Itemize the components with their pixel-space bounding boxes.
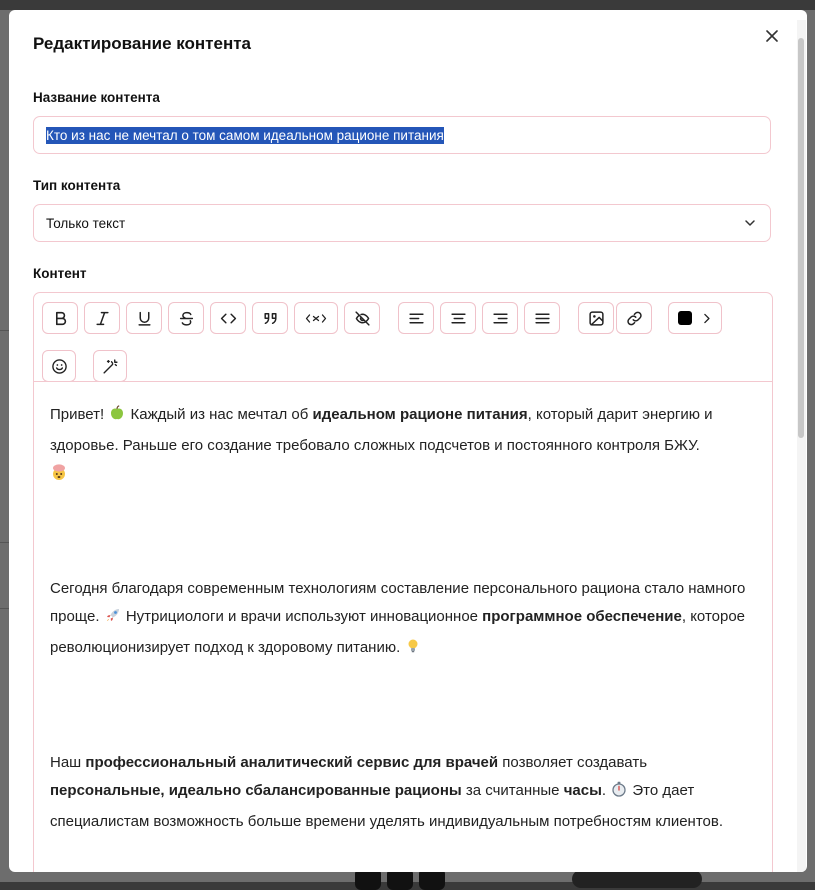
align-left-icon xyxy=(408,313,424,323)
insert-image-button[interactable] xyxy=(578,302,614,334)
content-type-value: Только текст xyxy=(46,215,126,231)
content-label: Контент xyxy=(33,266,87,281)
stopwatch-icon xyxy=(610,780,628,808)
link-icon xyxy=(626,311,642,325)
strikethrough-icon xyxy=(179,311,193,326)
align-justify-icon xyxy=(534,313,550,323)
text: за считанные xyxy=(461,782,564,799)
eye-off-icon xyxy=(354,310,370,326)
code-icon xyxy=(220,313,236,323)
underline-icon xyxy=(137,311,151,326)
rich-text-editor: Привет! Каждый из нас мечтал об идеально… xyxy=(33,292,773,872)
bold-text: персональные, идеально сбалансированные … xyxy=(50,782,462,799)
scrollbar-thumb[interactable] xyxy=(798,38,804,438)
emoji-icon xyxy=(51,358,67,374)
content-name-label: Название контента xyxy=(33,90,160,105)
toolbar-divider xyxy=(34,381,772,382)
magic-wand-icon xyxy=(102,358,118,374)
align-justify-button[interactable] xyxy=(524,302,560,334)
text-color-button[interactable] xyxy=(668,302,722,334)
bold-icon xyxy=(55,311,66,325)
align-right-icon xyxy=(492,313,508,323)
code-block-button[interactable] xyxy=(294,302,338,334)
text: Привет! xyxy=(50,406,109,423)
bold-text: программное обеспечение xyxy=(482,608,682,625)
paragraph-3: Наш профессиональный аналитический серви… xyxy=(50,749,750,836)
close-icon xyxy=(766,30,778,42)
modal-title: Редактирование контента xyxy=(33,34,252,53)
green-apple-icon xyxy=(108,404,126,432)
bg-pill xyxy=(572,870,702,888)
text: Наш xyxy=(50,754,86,771)
align-left-button[interactable] xyxy=(398,302,434,334)
quote-icon xyxy=(263,312,277,324)
image-icon xyxy=(588,310,604,326)
chevron-down-icon xyxy=(745,220,755,226)
close-button[interactable] xyxy=(760,24,784,48)
hide-button[interactable] xyxy=(344,302,380,334)
quote-button[interactable] xyxy=(252,302,288,334)
editor-content[interactable]: Привет! Каждый из нас мечтал об идеально… xyxy=(50,401,750,836)
align-center-button[interactable] xyxy=(440,302,476,334)
text: Нутрициологи и врачи используют инноваци… xyxy=(121,608,483,625)
italic-button[interactable] xyxy=(84,302,120,334)
content-type-label: Тип контента xyxy=(33,178,121,193)
bold-text: идеальном рационе питания xyxy=(312,406,528,423)
code-block-icon xyxy=(305,313,327,323)
light-bulb-icon xyxy=(404,637,422,665)
align-center-icon xyxy=(450,313,466,323)
content-type-select[interactable]: Только текст xyxy=(33,204,771,242)
rocket-icon xyxy=(104,606,122,634)
underline-button[interactable] xyxy=(126,302,162,334)
paragraph-2: Сегодня благодаря современным технология… xyxy=(50,575,750,665)
bold-button[interactable] xyxy=(42,302,78,334)
content-name-input[interactable]: Кто из нас не мечтал о том самом идеальн… xyxy=(33,116,771,154)
strikethrough-button[interactable] xyxy=(168,302,204,334)
bold-text: профессиональный аналитический сервис дл… xyxy=(85,754,499,771)
bold-text: часы xyxy=(563,782,602,799)
insert-link-button[interactable] xyxy=(616,302,652,334)
exploding-head-icon xyxy=(50,463,68,491)
emoji-button[interactable] xyxy=(42,350,76,382)
italic-icon xyxy=(95,311,109,325)
paragraph-1: Привет! Каждый из нас мечтал об идеально… xyxy=(50,401,750,491)
content-name-value: Кто из нас не мечтал о том самом идеальн… xyxy=(46,126,444,144)
align-right-button[interactable] xyxy=(482,302,518,334)
color-swatch xyxy=(677,311,692,325)
code-button[interactable] xyxy=(210,302,246,334)
chevron-right-icon xyxy=(703,313,710,323)
text: . xyxy=(601,782,611,799)
text: Каждый из нас мечтал об xyxy=(126,406,313,423)
edit-content-modal: Редактирование контента Название контент… xyxy=(9,10,807,872)
text: позволяет создавать xyxy=(498,754,648,771)
magic-wand-button[interactable] xyxy=(93,350,127,382)
